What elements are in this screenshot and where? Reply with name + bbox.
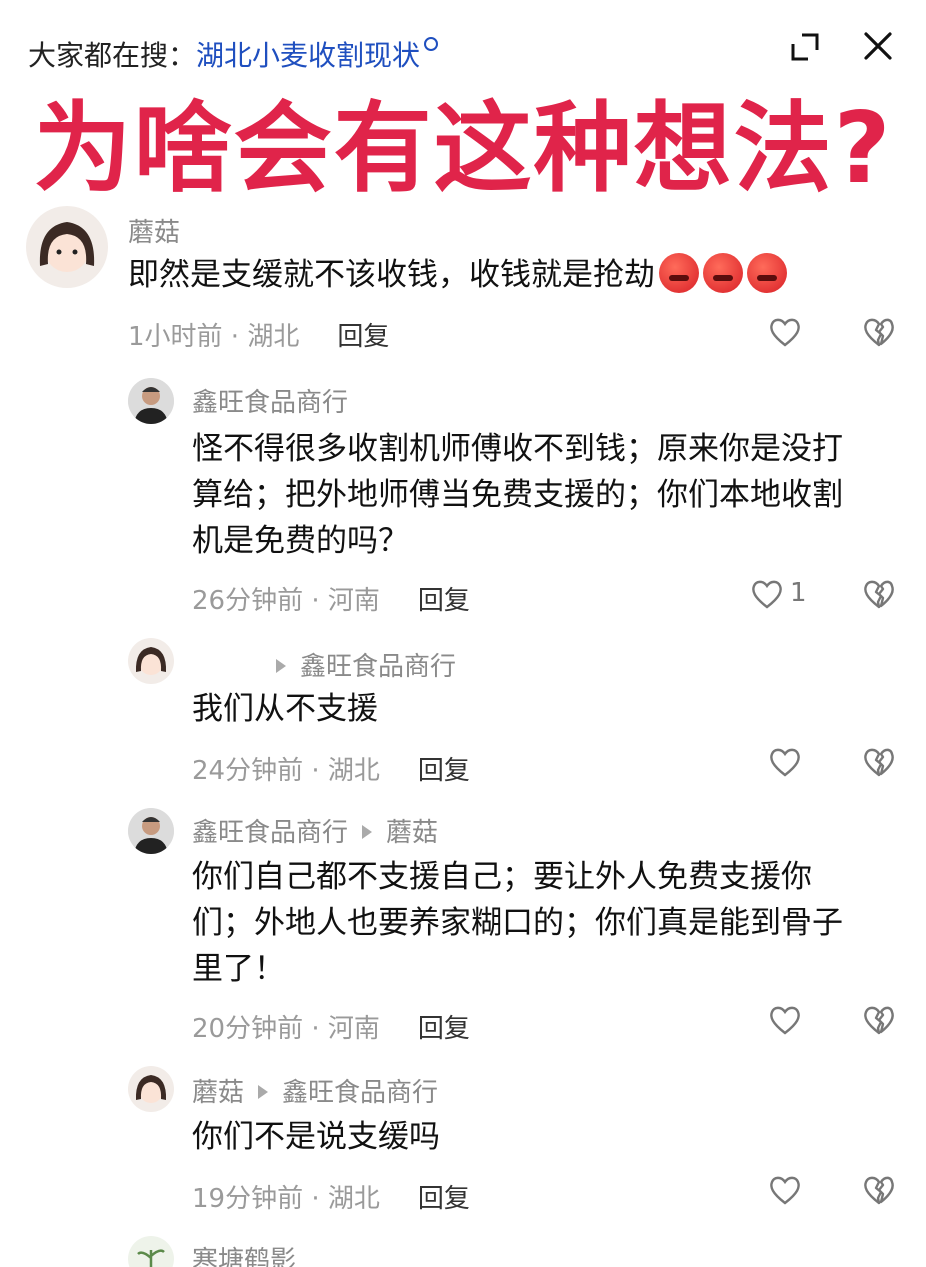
comment-meta: 26分钟前 · 河南 回复 bbox=[192, 580, 470, 617]
comment-text: 你们不是说支缓吗 bbox=[192, 1119, 440, 1155]
time-location: 26分钟前 · 河南 bbox=[192, 586, 380, 616]
comment-text: 你们自己都不支援自己；要让外人免费支援你们；外地人也要养家糊口的；你们真是能到骨… bbox=[192, 859, 843, 987]
reply-button[interactable]: 回复 bbox=[418, 756, 470, 786]
reply-button[interactable]: 回复 bbox=[418, 1184, 470, 1214]
avatar[interactable] bbox=[128, 378, 174, 424]
reply-item: 寒塘鹤影 bbox=[0, 1232, 926, 1267]
comment-text: 即然是支缓就不该收钱，收钱就是抢劫 bbox=[128, 252, 908, 298]
heart-icon[interactable] bbox=[750, 578, 784, 610]
comment-meta: 1小时前 · 湖北 回复 bbox=[128, 316, 389, 353]
avatar[interactable] bbox=[128, 638, 174, 684]
username[interactable]: 蘑菇 bbox=[128, 212, 180, 249]
avatar[interactable] bbox=[128, 1066, 174, 1112]
comment-item: 蘑菇 即然是支缓就不该收钱，收钱就是抢劫 1小时前 · 湖北 回复 bbox=[0, 200, 926, 360]
angry-face-emoji bbox=[703, 252, 743, 293]
username-text[interactable]: 蘑菇 bbox=[192, 1078, 244, 1108]
reply-button[interactable]: 回复 bbox=[418, 1014, 470, 1044]
reply-button[interactable]: 回复 bbox=[337, 322, 389, 352]
angry-face-emoji bbox=[659, 252, 699, 293]
top-bar: 大家都在搜：湖北小麦收割现状 bbox=[0, 0, 926, 96]
comment-text: 怪不得很多收割机师傅收不到钱；原来你是没打算给；把外地师傅当免费支援的；你们本地… bbox=[192, 431, 843, 559]
reply-button[interactable]: 回复 bbox=[418, 586, 470, 616]
heart-icon[interactable] bbox=[768, 1004, 802, 1036]
reply-item: 鑫旺食品商行 怪不得很多收割机师傅收不到钱；原来你是没打算给；把外地师傅当免费支… bbox=[0, 374, 926, 624]
search-hint-prefix: 大家都在搜： bbox=[28, 39, 197, 72]
reply-item: 鑫旺食品商行 我们从不支援 24分钟前 · 湖北 回复 bbox=[0, 636, 926, 786]
reply-arrow-icon bbox=[362, 825, 373, 839]
avatar[interactable] bbox=[128, 1236, 174, 1267]
heart-icon[interactable] bbox=[768, 746, 802, 778]
expand-icon[interactable] bbox=[790, 32, 820, 62]
reply-arrow-icon bbox=[258, 1085, 269, 1099]
time-location: 1小时前 · 湖北 bbox=[128, 322, 300, 352]
reply-item: 鑫旺食品商行 蘑菇 你们自己都不支援自己；要让外人免费支援你们；外地人也要养家糊口… bbox=[0, 804, 926, 1054]
heart-icon[interactable] bbox=[768, 1174, 802, 1206]
headline-overlay: 为啥会有这种想法? bbox=[33, 92, 893, 206]
heart-icon[interactable] bbox=[768, 316, 802, 348]
reply-item: 蘑菇 鑫旺食品商行 你们不是说支缓吗 19分钟前 · 湖北 回复 bbox=[0, 1064, 926, 1214]
broken-heart-icon[interactable] bbox=[862, 746, 896, 778]
broken-heart-icon[interactable] bbox=[862, 1004, 896, 1036]
comment-meta: 24分钟前 · 湖北 回复 bbox=[192, 750, 470, 787]
time-location: 24分钟前 · 湖北 bbox=[192, 756, 380, 786]
time-location: 20分钟前 · 河南 bbox=[192, 1014, 380, 1044]
username[interactable]: 寒塘鹤影 bbox=[192, 1240, 296, 1267]
comment-meta: 20分钟前 · 河南 回复 bbox=[192, 1008, 470, 1045]
avatar[interactable] bbox=[128, 808, 174, 854]
broken-heart-icon[interactable] bbox=[862, 316, 896, 348]
search-hint[interactable]: 大家都在搜：湖北小麦收割现状 bbox=[28, 34, 439, 74]
comment-meta: 19分钟前 · 湖北 回复 bbox=[192, 1178, 470, 1215]
reply-to-user[interactable]: 鑫旺食品商行 bbox=[282, 1078, 438, 1108]
avatar[interactable] bbox=[26, 206, 108, 288]
reply-arrow-icon bbox=[276, 659, 286, 673]
close-icon[interactable] bbox=[862, 30, 894, 62]
username-text[interactable]: 鑫旺食品商行 bbox=[192, 818, 348, 848]
angry-face-emoji bbox=[747, 252, 787, 293]
username[interactable]: 鑫旺食品商行 bbox=[192, 646, 456, 683]
reply-to-user[interactable]: 鑫旺食品商行 bbox=[300, 652, 456, 682]
comment-text-body: 即然是支缓就不该收钱，收钱就是抢劫 bbox=[128, 257, 655, 293]
broken-heart-icon[interactable] bbox=[862, 578, 896, 610]
broken-heart-icon[interactable] bbox=[862, 1174, 896, 1206]
reply-to-user[interactable]: 蘑菇 bbox=[386, 818, 438, 848]
username[interactable]: 鑫旺食品商行 bbox=[192, 382, 348, 419]
username[interactable]: 蘑菇 鑫旺食品商行 bbox=[192, 1072, 438, 1109]
like-count: 1 bbox=[790, 578, 807, 608]
search-keyword[interactable]: 湖北小麦收割现状 bbox=[196, 39, 420, 72]
search-icon bbox=[424, 37, 439, 51]
comment-text: 我们从不支援 bbox=[192, 691, 378, 727]
time-location: 19分钟前 · 湖北 bbox=[192, 1184, 380, 1214]
username[interactable]: 鑫旺食品商行 蘑菇 bbox=[192, 812, 438, 849]
